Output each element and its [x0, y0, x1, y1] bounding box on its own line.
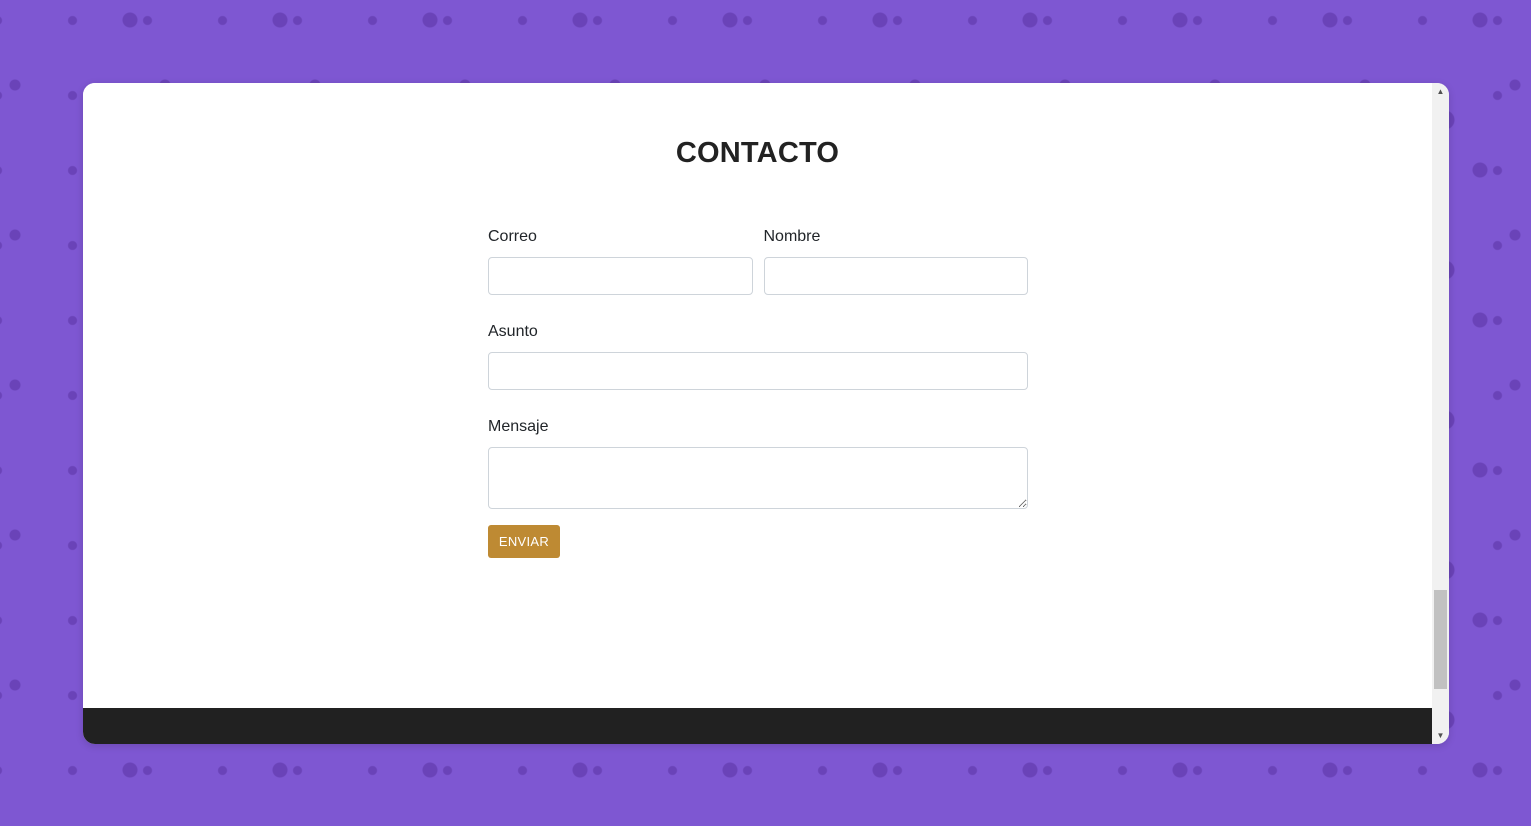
- form-row-email-name: Correo Nombre: [488, 228, 1028, 295]
- footer: [83, 708, 1432, 744]
- message-label: Mensaje: [488, 418, 549, 435]
- subject-label: Asunto: [488, 323, 538, 340]
- email-label: Correo: [488, 228, 537, 245]
- browser-window: CONTACTO Correo Nombre Asunto Mensaje EN…: [83, 83, 1449, 744]
- name-field-group: Nombre: [763, 228, 1028, 295]
- send-button[interactable]: ENVIAR: [488, 525, 560, 558]
- arrow-up-icon[interactable]: ▲: [1432, 83, 1449, 100]
- email-field[interactable]: [488, 257, 753, 295]
- page-title: CONTACTO: [675, 137, 840, 169]
- name-label: Nombre: [763, 228, 821, 245]
- subject-field[interactable]: [488, 352, 1028, 390]
- contact-form: Correo Nombre Asunto Mensaje ENVIAR: [488, 228, 1028, 558]
- subject-field-group: Asunto: [488, 323, 1028, 390]
- vertical-scrollbar[interactable]: ▲ ▼: [1432, 83, 1449, 744]
- message-field-group: Mensaje: [488, 418, 1028, 509]
- contact-section: CONTACTO Correo Nombre Asunto Mensaje EN…: [83, 83, 1432, 708]
- arrow-down-icon[interactable]: ▼: [1432, 727, 1449, 744]
- name-field[interactable]: [763, 257, 1028, 295]
- scrollbar-thumb[interactable]: [1434, 590, 1447, 689]
- message-textarea[interactable]: [488, 447, 1028, 509]
- email-field-group: Correo: [488, 228, 753, 295]
